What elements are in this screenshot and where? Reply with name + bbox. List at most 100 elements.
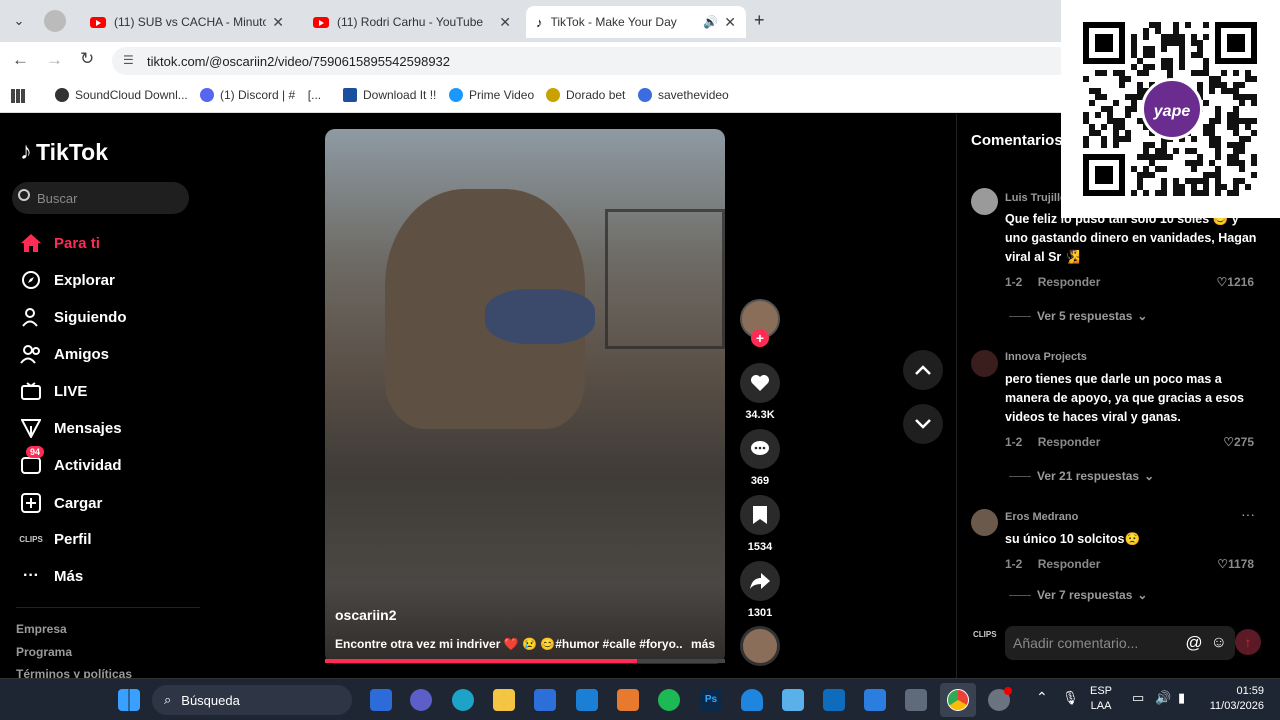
bookmark-soundcloud[interactable]: SoundCloud Downl... — [55, 88, 188, 102]
video-player[interactable]: oscariin2 Encontre otra vez mi indriver … — [325, 129, 725, 664]
video-username[interactable]: oscariin2 — [335, 607, 396, 623]
tab-youtube-2[interactable]: (11) Rodri Carhu - YouTube ✕ — [303, 6, 521, 38]
nav-para-ti[interactable]: Para ti — [20, 232, 100, 254]
url-input[interactable]: ☰ tiktok.com/@oscariin2/video/7590615895… — [112, 47, 1072, 75]
like-button[interactable]: 34.3K — [738, 363, 782, 421]
edge-icon[interactable] — [452, 689, 474, 711]
view-replies-button[interactable]: Ver 7 respuestas ⌄ — [1009, 588, 1147, 602]
comment-input[interactable]: Añadir comentario... @ ☺ — [1005, 626, 1235, 660]
nav-siguiendo[interactable]: Siguiendo — [20, 306, 127, 328]
volume-icon[interactable]: 🔊 — [1155, 690, 1171, 706]
close-icon[interactable]: ✕ — [499, 14, 511, 31]
clock[interactable]: 01:59 11/03/2026 — [1200, 684, 1264, 714]
file-explorer-icon[interactable] — [493, 689, 515, 711]
video-progress-bar[interactable] — [325, 659, 725, 663]
save-button[interactable]: 1534 — [738, 495, 782, 553]
previous-video-button[interactable] — [903, 350, 943, 390]
comment-like-button[interactable]: ♡1216 — [1217, 275, 1254, 289]
bookmark-savethevideo[interactable]: savethevideo — [638, 88, 729, 102]
tiktok-logo[interactable]: ♪ TikTok — [20, 138, 108, 166]
comment-author[interactable]: Innova Projects — [1005, 351, 1087, 363]
bookmark-label: Download It !! — [363, 88, 437, 102]
post-comment-button[interactable]: ↑ — [1235, 629, 1261, 655]
outlook-icon[interactable] — [823, 689, 845, 711]
creator-avatar-button[interactable]: + — [738, 299, 782, 347]
comment-like-button[interactable]: ♡275 — [1223, 435, 1254, 449]
nav-mensajes[interactable]: Mensajes — [20, 417, 122, 439]
bookmark-dorado-bet[interactable]: Dorado bet — [546, 88, 625, 102]
follow-plus-icon[interactable]: + — [751, 329, 769, 347]
next-video-button[interactable] — [903, 404, 943, 444]
close-icon[interactable]: ✕ — [272, 14, 284, 31]
reply-button[interactable]: Responder — [1038, 275, 1101, 289]
mail-icon[interactable] — [576, 689, 598, 711]
microphone-icon[interactable]: 🎙 — [1062, 690, 1079, 706]
nav-live[interactable]: LIVE — [20, 380, 87, 402]
back-icon[interactable]: ← — [12, 50, 29, 70]
reply-button[interactable]: Responder — [1038, 557, 1101, 571]
bookmark-download-it[interactable]: Download It !! — [343, 88, 436, 102]
tab-search-button[interactable]: ⌄ — [8, 9, 30, 33]
network-icon[interactable]: ▭ — [1132, 690, 1144, 706]
apps-grid-icon[interactable] — [11, 89, 25, 103]
view-replies-button[interactable]: Ver 5 respuestas ⌄ — [1009, 309, 1147, 323]
caption-more-link[interactable]: más — [691, 637, 715, 651]
emoji-icon[interactable]: ☺ — [1211, 634, 1227, 652]
mention-icon[interactable]: @ — [1185, 633, 1202, 653]
bookmark-discord[interactable]: (1) Discord | # [... — [200, 88, 321, 102]
nav-amigos[interactable]: Amigos — [20, 343, 109, 365]
comment-like-button[interactable]: ♡1178 — [1217, 557, 1254, 571]
notepad-icon[interactable] — [782, 689, 804, 711]
share-button[interactable]: 1301 — [738, 561, 782, 619]
comment-author[interactable]: Eros Medrano — [1005, 511, 1078, 523]
chevron-up-icon[interactable]: ⌃ — [1036, 689, 1048, 706]
avatar[interactable] — [971, 350, 998, 377]
comment-button[interactable]: 369 — [738, 429, 782, 487]
battery-icon[interactable]: ▮ — [1178, 690, 1185, 706]
reply-button[interactable]: Responder — [1038, 435, 1101, 449]
spotify-icon[interactable] — [658, 689, 680, 711]
onedrive-icon[interactable] — [741, 689, 763, 711]
view-replies-button[interactable]: Ver 21 respuestas ⌄ — [1009, 469, 1154, 483]
chrome-icon — [947, 689, 969, 711]
nav-cargar[interactable]: Cargar — [20, 492, 102, 514]
avatar[interactable] — [971, 188, 998, 215]
calendar-icon[interactable] — [864, 689, 886, 711]
taskbar-search[interactable]: ⌕ Búsqueda — [152, 685, 352, 715]
media-player-icon[interactable] — [617, 689, 639, 711]
windows-start-icon[interactable] — [118, 689, 140, 711]
qr-module — [1173, 40, 1179, 46]
comment-options-icon[interactable]: ··· — [1241, 506, 1255, 522]
footer-programa[interactable]: Programa — [16, 645, 72, 659]
activity-icon: 94 — [20, 446, 45, 476]
site-info-icon[interactable]: ☰ — [123, 53, 134, 67]
footer-empresa[interactable]: Empresa — [16, 622, 67, 636]
comment-author[interactable]: Luis Trujillo — [1005, 192, 1067, 204]
tab-youtube-1[interactable]: (11) SUB vs CACHA - Minuto de ✕ — [80, 6, 294, 38]
calculator-icon[interactable] — [905, 689, 927, 711]
speaker-icon[interactable]: 🔊 — [703, 15, 718, 29]
qr-module — [1131, 190, 1137, 196]
teams-icon[interactable] — [410, 689, 432, 711]
avatar[interactable] — [971, 509, 998, 536]
music-disc-button[interactable] — [738, 626, 782, 666]
language-indicator[interactable]: ESP LAA — [1090, 684, 1112, 714]
bookmark-prime-video[interactable]: Prime Video — [449, 88, 534, 102]
tab-tiktok[interactable]: ♪ TikTok - Make Your Day 🔊 ✕ — [526, 6, 746, 38]
store-icon[interactable] — [534, 689, 556, 711]
nav-perfil[interactable]: CLIPS Perfil — [19, 528, 91, 550]
pinned-tab[interactable] — [44, 10, 66, 32]
new-tab-button[interactable]: + — [754, 10, 765, 31]
comments-title[interactable]: Comentarios — [971, 132, 1063, 149]
reload-icon[interactable]: ↻ — [80, 49, 94, 69]
forward-icon[interactable]: → — [46, 50, 63, 70]
search-input[interactable]: Buscar — [12, 182, 189, 214]
nav-mas[interactable]: ··· Más — [20, 565, 83, 587]
photoshop-icon[interactable]: Ps — [700, 689, 722, 711]
nav-explorar[interactable]: Explorar — [20, 269, 115, 291]
qr-module — [1233, 112, 1239, 118]
task-view-icon[interactable] — [370, 689, 392, 711]
close-icon[interactable]: ✕ — [724, 14, 736, 31]
chrome-taskbar-button[interactable] — [940, 683, 976, 717]
nav-actividad[interactable]: 94 Actividad — [20, 446, 122, 476]
